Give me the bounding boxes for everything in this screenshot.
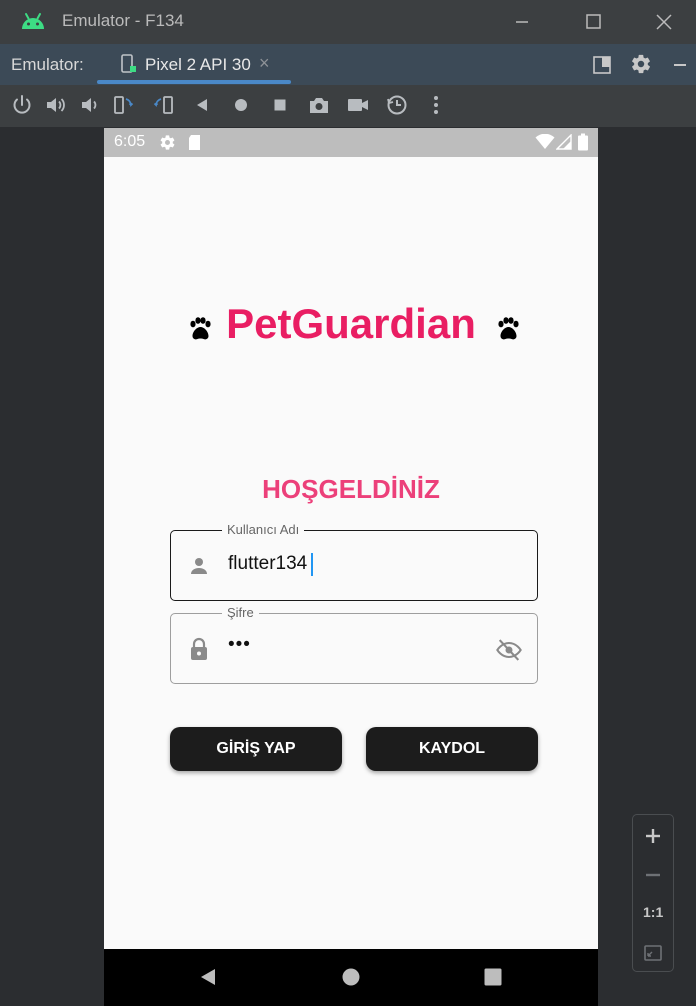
- screenshot-icon[interactable]: [307, 93, 331, 117]
- text-caret: [311, 553, 313, 576]
- paw-icon-right: [498, 317, 519, 340]
- close-window-icon[interactable]: [650, 8, 678, 36]
- overview-icon[interactable]: [268, 93, 292, 117]
- zoom-actual-size-button[interactable]: 1:1: [643, 904, 663, 920]
- visibility-off-icon[interactable]: [495, 636, 523, 664]
- volume-down-icon[interactable]: [78, 93, 102, 117]
- phone-status-bar: [104, 128, 598, 157]
- battery-icon: [578, 133, 588, 151]
- power-icon[interactable]: [10, 93, 34, 117]
- login-button[interactable]: GİRİŞ YAP: [170, 727, 342, 771]
- maximize-icon[interactable]: [579, 8, 607, 36]
- gear-icon[interactable]: [630, 53, 652, 75]
- welcome-heading: HOŞGELDİNİZ: [262, 474, 440, 504]
- zoom-fit-icon[interactable]: [643, 943, 663, 963]
- rotate-right-icon[interactable]: [151, 93, 175, 117]
- nav-home-icon[interactable]: [340, 966, 362, 988]
- more-icon[interactable]: [424, 93, 448, 117]
- person-icon: [191, 558, 207, 574]
- minimize-icon[interactable]: [508, 8, 536, 36]
- device-tab[interactable]: Pixel 2 API 30: [145, 55, 251, 75]
- password-label: Şifre: [222, 605, 259, 620]
- username-field[interactable]: [170, 530, 538, 601]
- minimize-panel-icon[interactable]: [669, 54, 691, 76]
- zoom-in-icon[interactable]: [643, 826, 663, 846]
- register-button[interactable]: KAYDOL: [366, 727, 538, 771]
- nav-back-icon[interactable]: [198, 966, 220, 988]
- window-mode-icon[interactable]: [591, 54, 613, 76]
- app-title: PetGuardian: [226, 300, 476, 347]
- password-input[interactable]: •••: [228, 634, 251, 656]
- rotate-left-icon[interactable]: [112, 93, 136, 117]
- signal-icon: [556, 134, 572, 150]
- sd-card-icon: [189, 135, 200, 150]
- volume-up-icon[interactable]: [44, 93, 68, 117]
- status-time: 6:05: [114, 133, 146, 150]
- zoom-out-icon[interactable]: [643, 865, 663, 885]
- android-logo-icon: [22, 13, 44, 29]
- snapshot-icon[interactable]: [385, 93, 409, 117]
- back-icon[interactable]: [190, 93, 214, 117]
- home-icon[interactable]: [229, 93, 253, 117]
- window-title: Emulator - F134: [62, 11, 184, 30]
- wifi-icon: [535, 134, 555, 149]
- emulator-label: Emulator:: [11, 55, 84, 74]
- tab-close-icon[interactable]: ×: [259, 53, 270, 74]
- nav-overview-icon[interactable]: [482, 966, 504, 988]
- password-field[interactable]: [170, 613, 538, 684]
- device-icon: [121, 54, 136, 73]
- username-input[interactable]: flutter134: [228, 553, 307, 575]
- screen-record-icon[interactable]: [346, 93, 370, 117]
- settings-notification-icon: [160, 135, 175, 150]
- tab-active-indicator: [97, 80, 291, 84]
- lock-icon: [191, 637, 207, 660]
- username-label: Kullanıcı Adı: [222, 522, 305, 537]
